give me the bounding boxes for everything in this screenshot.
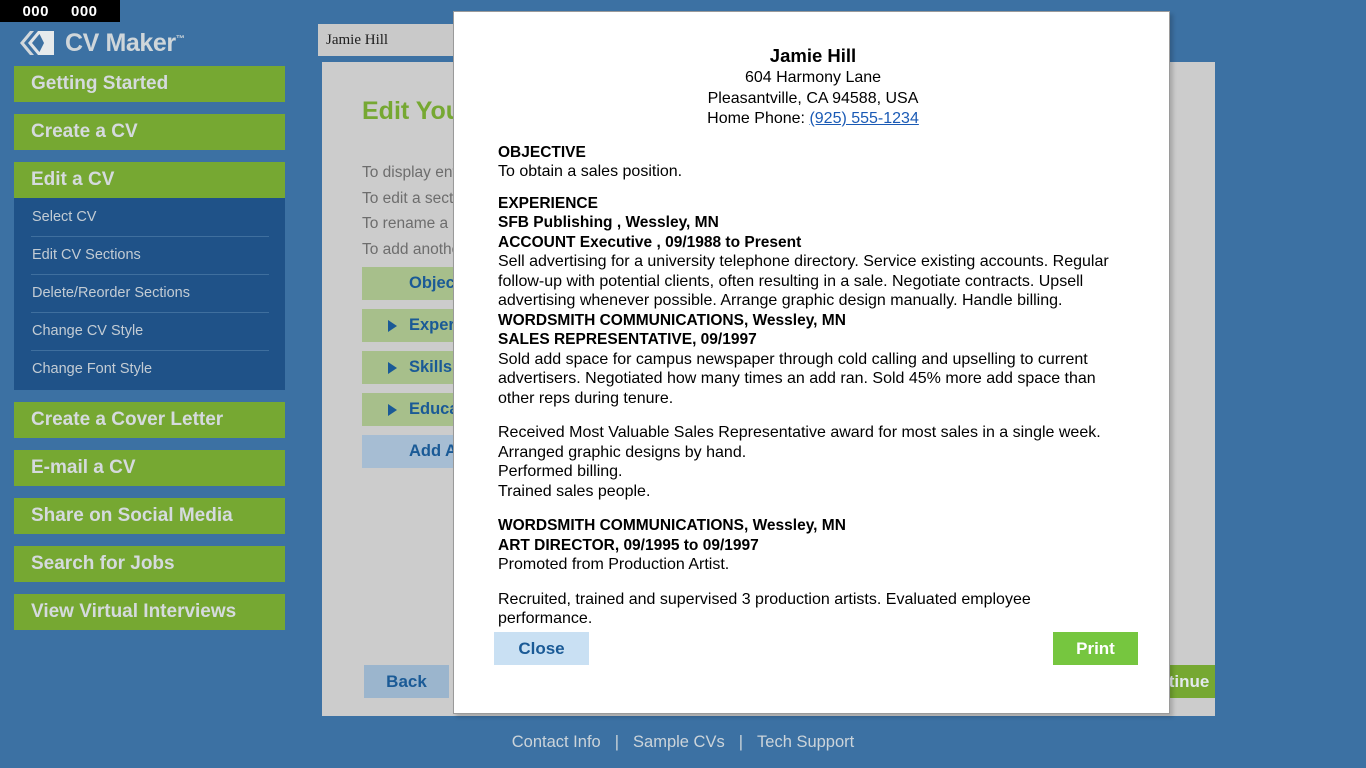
logo-text: CV Maker™ (65, 28, 185, 58)
cv-achievement: Arranged graphic designs by hand. (498, 443, 747, 461)
cv-job-title: ACCOUNT Executive , 09/1988 to Present (498, 233, 802, 251)
triangle-right-icon (388, 403, 397, 416)
counter-bar: 000 000 (0, 0, 120, 22)
sidebar: CV Maker™ Getting Started Create a CV Ed… (0, 0, 300, 768)
triangle-right-icon (388, 319, 397, 332)
sidebar-item-edit-a-cv[interactable]: Edit a CV (14, 162, 285, 198)
sidebar-item-search-for-jobs[interactable]: Search for Jobs (14, 546, 285, 582)
cv-objective-text: To obtain a sales position. (498, 162, 683, 180)
cv-phone-label: Home Phone: (707, 110, 805, 127)
sidebar-item-email-a-cv[interactable]: E-mail a CV (14, 450, 285, 486)
sidebar-item-create-a-cv[interactable]: Create a CV (14, 114, 285, 150)
triangle-right-icon (388, 361, 397, 374)
sidebar-item-share-on-social-media[interactable]: Share on Social Media (14, 498, 285, 534)
cv-preview-modal: Jamie Hill 604 Harmony Lane Pleasantvill… (453, 11, 1170, 714)
sidebar-subitem-change-font-style[interactable]: Change Font Style (14, 350, 285, 388)
footer-link-sample-cvs[interactable]: Sample CVs (633, 733, 725, 752)
cv-phone-link[interactable]: (925) 555-1234 (809, 110, 918, 127)
brand-name: CV Maker (65, 28, 176, 57)
logo: CV Maker™ (14, 27, 185, 59)
cv-job-company: WORDSMITH COMMUNICATIONS, Wessley, MN (498, 517, 846, 534)
cv-address-line-2: Pleasantville, CA 94588, USA (707, 89, 919, 107)
counter-left: 000 (22, 2, 49, 20)
cv-job-title: ART DIRECTOR, 09/1995 to 09/1997 (498, 536, 759, 554)
footer-separator: | (738, 732, 744, 751)
cv-job-company: WORDSMITH COMMUNICATIONS, Wessley, MN (498, 311, 846, 329)
breadcrumb-text: Jamie Hill (326, 32, 389, 48)
cv-job-description-2: Recruited, trained and supervised 3 prod… (498, 590, 1031, 628)
sidebar-subitem-select-cv[interactable]: Select CV (14, 198, 285, 236)
cv-job-title: SALES REPRESENTATIVE, 09/1997 (498, 331, 757, 348)
cv-achievement: Trained sales people. (498, 482, 651, 500)
cv-job-description: Promoted from Production Artist. (498, 556, 730, 573)
cv-experience-heading: EXPERIENCE (498, 195, 598, 212)
cv-maker-logo-icon (20, 31, 54, 55)
close-button[interactable]: Close (494, 632, 589, 665)
cv-job-company: SFB Publishing , Wessley, MN (498, 214, 719, 231)
cv-job-description: Sold add space for campus newspaper thro… (498, 350, 1096, 407)
cv-address-line-1: 604 Harmony Lane (744, 69, 882, 86)
print-button[interactable]: Print (1053, 632, 1138, 665)
back-button[interactable]: Back (364, 665, 449, 698)
sidebar-item-create-a-cover-letter[interactable]: Create a Cover Letter (14, 402, 285, 438)
footer-separator: | (614, 732, 620, 751)
section-label: Skills (409, 358, 453, 376)
sidebar-item-view-virtual-interviews[interactable]: View Virtual Interviews (14, 594, 285, 630)
sidebar-subitem-edit-cv-sections[interactable]: Edit CV Sections (14, 236, 285, 274)
sidebar-subitem-delete-reorder-sections[interactable]: Delete/Reorder Sections (14, 274, 285, 312)
sidebar-submenu: Select CV Edit CV Sections Delete/Reorde… (14, 198, 285, 390)
counter-right: 000 (71, 2, 98, 20)
sidebar-subitem-change-cv-style[interactable]: Change CV Style (14, 312, 285, 350)
sidebar-item-getting-started[interactable]: Getting Started (14, 66, 285, 102)
cv-objective-heading: OBJECTIVE (498, 143, 586, 161)
cv-achievement: Performed billing. (498, 463, 623, 480)
cv-achievement: Received Most Valuable Sales Representat… (498, 424, 1101, 441)
cv-phone-line: Home Phone: (925) 555-1234 (498, 109, 1128, 130)
footer-link-contact-info[interactable]: Contact Info (512, 733, 601, 752)
cv-document: Jamie Hill 604 Harmony Lane Pleasantvill… (454, 12, 1169, 629)
modal-button-row: Close Print (454, 632, 1169, 665)
cv-name: Jamie Hill (769, 45, 857, 66)
sidebar-nav: Getting Started Create a CV Edit a CV Se… (14, 66, 285, 642)
brand-tm: ™ (175, 33, 185, 44)
cv-header: Jamie Hill 604 Harmony Lane Pleasantvill… (498, 44, 1128, 130)
footer-link-tech-support[interactable]: Tech Support (757, 733, 854, 752)
cv-job-description: Sell advertising for a university teleph… (498, 253, 1109, 309)
